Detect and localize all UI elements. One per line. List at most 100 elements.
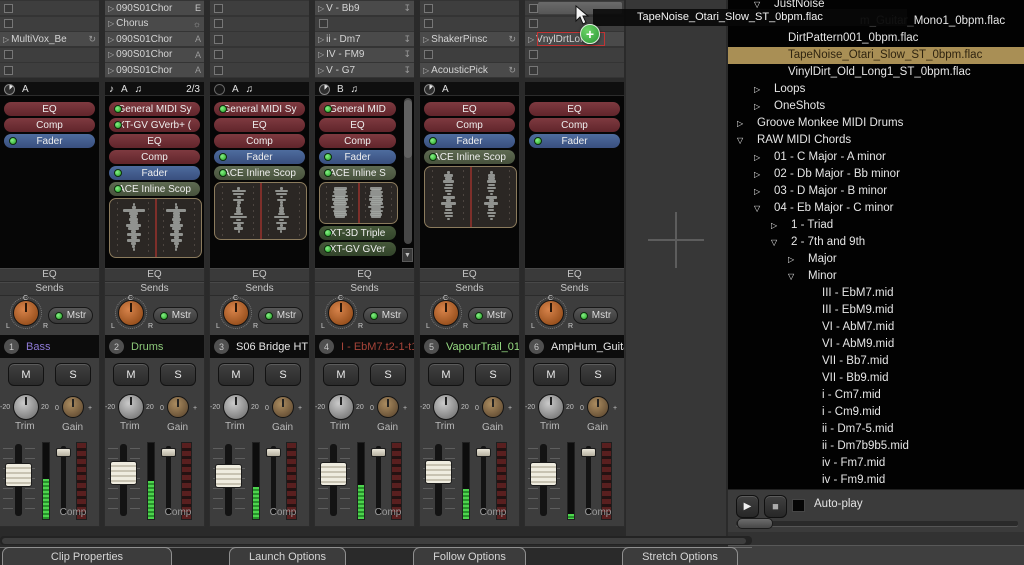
tree-item[interactable]: III - EbM7.mid	[728, 285, 1024, 302]
gain-knob[interactable]	[482, 396, 504, 418]
tree-item[interactable]: ▽ RAW MIDI Chords	[728, 132, 1024, 149]
eq-section-row[interactable]: EQ	[210, 268, 309, 282]
clip-play-icon[interactable]: ▷	[315, 50, 326, 59]
plugin-eq[interactable]: EQ	[319, 118, 396, 132]
solo-button[interactable]: S	[580, 363, 616, 386]
preview-volume-slider[interactable]	[737, 518, 773, 529]
volume-fader[interactable]	[110, 461, 137, 486]
clip-play-icon[interactable]: ▷	[105, 35, 116, 44]
sends-section-row[interactable]: Sends	[210, 282, 309, 296]
tree-item[interactable]: iv - Fm7.mid	[728, 455, 1024, 472]
clip-stop-checkbox[interactable]	[4, 65, 13, 75]
plugin-xt-gv-gverb-[interactable]: XT-GV GVerb+ (	[109, 118, 200, 132]
comp-threshold-fader[interactable]	[581, 448, 596, 457]
mute-button[interactable]: M	[8, 363, 44, 386]
tree-item[interactable]: ▽ 04 - Eb Major - C minor	[728, 200, 1024, 217]
gain-knob[interactable]	[377, 396, 399, 418]
preview-play-button[interactable]: ▶	[736, 495, 759, 518]
comp-threshold-fader[interactable]	[266, 448, 281, 457]
trim-knob[interactable]	[538, 394, 564, 420]
comp-threshold-fader[interactable]	[371, 448, 386, 457]
tree-expand-arrow[interactable]: ▷	[771, 217, 777, 234]
clip-slot[interactable]: ▷ V - Bb9 ↧	[315, 1, 414, 15]
tree-item[interactable]: VII - Bb7.mid	[728, 353, 1024, 370]
clip-play-icon[interactable]: ▷	[315, 35, 326, 44]
plugin-fader[interactable]: Fader	[214, 150, 305, 164]
plugin-xt-gv-gver[interactable]: XT-GV GVer	[319, 242, 396, 256]
plugin-xt-3d-triple[interactable]: XT-3D Triple	[319, 226, 396, 240]
plugin-eq[interactable]: EQ	[214, 118, 305, 132]
plugin-comp[interactable]: Comp	[319, 134, 396, 148]
eq-section-row[interactable]: EQ	[0, 268, 99, 282]
master-send-button[interactable]: Mstr	[468, 307, 513, 324]
mute-button[interactable]: M	[428, 363, 464, 386]
empty-clip-slot[interactable]	[315, 16, 414, 31]
sends-section-row[interactable]: Sends	[0, 282, 99, 296]
trim-knob[interactable]	[118, 394, 144, 420]
empty-clip-slot[interactable]	[210, 32, 309, 46]
tree-item[interactable]: TapeNoise_Otari_Slow_ST_0bpm.flac	[728, 47, 1024, 64]
solo-button[interactable]: S	[370, 363, 406, 386]
master-send-button[interactable]: Mstr	[153, 307, 198, 324]
plugin-scrollbar-thumb[interactable]	[404, 100, 412, 158]
tree-item[interactable]: VinylDirt_Old_Long1_ST_0bpm.flac	[728, 64, 1024, 81]
tree-item[interactable]: ▽ 2 - 7th and 9th	[728, 234, 1024, 251]
tree-item[interactable]: III - EbM9.mid	[728, 302, 1024, 319]
clip-stop-checkbox[interactable]	[4, 19, 13, 28]
tree-expand-arrow[interactable]: ▷	[754, 183, 760, 200]
plugin-fader[interactable]: Fader	[424, 134, 515, 148]
mute-button[interactable]: M	[218, 363, 254, 386]
tree-item[interactable]: VII - Bb9.mid	[728, 370, 1024, 387]
mute-button[interactable]: M	[113, 363, 149, 386]
mute-button[interactable]: M	[533, 363, 569, 386]
master-send-button[interactable]: Mstr	[258, 307, 303, 324]
clip-slot[interactable]: ▷ V - G7 ↧	[315, 63, 414, 77]
tree-expand-arrow[interactable]: ▽	[788, 268, 794, 285]
tree-item[interactable]: ▷ OneShots	[728, 98, 1024, 115]
clip-play-icon[interactable]: ▷	[105, 4, 116, 13]
tree-item[interactable]: ii - Dm7b9b5.mid	[728, 438, 1024, 455]
scroll-down-button[interactable]: ▼	[402, 248, 413, 262]
tree-item[interactable]: ▷ Groove Monkee MIDI Drums	[728, 115, 1024, 132]
eq-section-row[interactable]: EQ	[315, 268, 414, 282]
clip-play-icon[interactable]: ▷	[315, 4, 326, 13]
clip-slot[interactable]: ▷ 090S01Chor A	[105, 63, 204, 77]
tree-item[interactable]: ▷ 02 - Db Major - Bb minor	[728, 166, 1024, 183]
tree-item[interactable]: ii - Dm7-5.mid	[728, 421, 1024, 438]
empty-clip-slot[interactable]	[0, 63, 99, 77]
track-name-row[interactable]: 4 I - EbM7.t2-1-t1	[315, 335, 414, 358]
pan-knob[interactable]	[118, 300, 144, 326]
add-track-area[interactable]	[626, 0, 726, 540]
clip-play-icon[interactable]: ▷	[315, 66, 326, 75]
mixer-horizontal-scrollbar-thumb[interactable]	[2, 537, 746, 544]
master-send-button[interactable]: Mstr	[363, 307, 408, 324]
eq-section-row[interactable]: EQ	[525, 268, 624, 282]
clip-play-icon[interactable]: ▷	[105, 66, 116, 75]
track-name-row[interactable]: 6 AmpHum_Guita	[525, 335, 624, 358]
clip-stop-checkbox[interactable]	[319, 19, 328, 28]
plugin-ace-inline-scop[interactable]: ACE Inline Scop	[424, 150, 515, 164]
plugin-fader[interactable]: Fader	[529, 134, 620, 148]
plugin-general-midi-sy[interactable]: General MIDI Sy	[109, 102, 200, 116]
plugin-comp[interactable]: Comp	[4, 118, 95, 132]
comp-threshold-fader[interactable]	[161, 448, 176, 457]
volume-fader[interactable]	[320, 462, 347, 487]
eq-section-row[interactable]: EQ	[105, 268, 204, 282]
empty-clip-slot[interactable]	[420, 1, 519, 15]
clip-slot[interactable]: ▷ Chorus ☼	[105, 16, 204, 31]
clip-slot[interactable]: ▷ MultiVox_Be ↻	[0, 32, 99, 46]
clip-play-icon[interactable]: ▷	[420, 66, 431, 75]
sends-section-row[interactable]: Sends	[420, 282, 519, 296]
pan-knob[interactable]	[538, 300, 564, 326]
empty-clip-slot[interactable]	[0, 16, 99, 31]
clip-stop-checkbox[interactable]	[214, 3, 223, 13]
plugin-comp[interactable]: Comp	[529, 118, 620, 132]
preview-stop-button[interactable]: ■	[764, 495, 787, 518]
plugin-general-mid[interactable]: General MID	[319, 102, 396, 116]
master-send-button[interactable]: Mstr	[48, 307, 93, 324]
tree-item[interactable]: i - Cm7.mid	[728, 387, 1024, 404]
trim-knob[interactable]	[13, 394, 39, 420]
plugin-eq[interactable]: EQ	[424, 102, 515, 116]
tree-expand-arrow[interactable]: ▷	[788, 251, 794, 268]
solo-button[interactable]: S	[475, 363, 511, 386]
